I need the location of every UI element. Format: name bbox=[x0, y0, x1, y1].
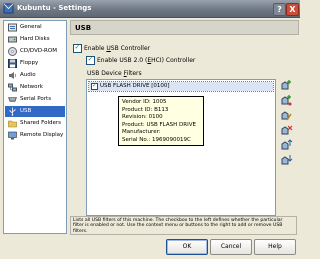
page-heading: USB bbox=[70, 20, 299, 35]
sidebar-item-label: Floppy bbox=[20, 60, 39, 66]
general-icon bbox=[8, 23, 17, 32]
settings-category-list[interactable]: General Hard Disks CD/DVD-ROM Floppy Aud… bbox=[3, 20, 67, 234]
remove-filter-button[interactable] bbox=[279, 124, 293, 137]
sidebar-item-shared-folders[interactable]: Shared Folders bbox=[5, 118, 65, 129]
cancel-button[interactable]: Cancel bbox=[210, 239, 252, 255]
tooltip-serial: Serial No.: 1969090019C bbox=[122, 136, 191, 143]
label-text: USB Device bbox=[87, 70, 124, 77]
label-text: HCI) Controller bbox=[151, 57, 196, 64]
enable-usb2-checkbox[interactable] bbox=[86, 55, 95, 65]
remove-filter-icon bbox=[281, 125, 293, 135]
hard-disk-icon bbox=[8, 36, 17, 43]
enable-usb-checkbox[interactable] bbox=[73, 43, 82, 53]
move-filter-up-button[interactable] bbox=[279, 139, 293, 152]
add-from-device-icon bbox=[281, 95, 292, 106]
sidebar-item-label: CD/DVD-ROM bbox=[20, 48, 57, 54]
tooltip-product: Product: USB FLASH DRIVE bbox=[122, 121, 196, 128]
label-text: Enable USB 2.0 ( bbox=[97, 57, 148, 64]
network-icon bbox=[8, 83, 17, 92]
page-title: USB bbox=[75, 24, 92, 32]
filter-name: USB FLASH DRIVE [0100] bbox=[100, 83, 170, 89]
sidebar-item-audio[interactable]: Audio bbox=[5, 70, 65, 81]
sidebar-item-label: Hard Disks bbox=[20, 36, 50, 42]
move-down-icon bbox=[281, 155, 293, 165]
tooltip-vendor-id: Vendor ID: 1005 bbox=[122, 99, 167, 105]
title-bar[interactable]: Kubuntu - Settings ? X bbox=[0, 0, 300, 18]
sidebar-item-remote-display[interactable]: Remote Display bbox=[5, 130, 65, 141]
cd-icon bbox=[8, 47, 17, 56]
tooltip-revision: Revision: 0100 bbox=[122, 114, 163, 120]
sidebar-item-general[interactable]: General bbox=[5, 22, 65, 33]
serial-port-icon bbox=[8, 97, 17, 102]
sidebar-item-cd-dvd-rom[interactable]: CD/DVD-ROM bbox=[5, 46, 65, 57]
filter-item[interactable]: USB FLASH DRIVE [0100] bbox=[88, 81, 274, 92]
filter-enabled-checkbox[interactable] bbox=[91, 82, 98, 90]
sidebar-item-hard-disks[interactable]: Hard Disks bbox=[5, 34, 65, 45]
folder-icon bbox=[8, 120, 17, 128]
enable-usb-label[interactable]: Enable USB Controller bbox=[84, 45, 150, 52]
virtualbox-app-icon bbox=[3, 3, 14, 14]
settings-window: Kubuntu - Settings ? X General Hard Disk… bbox=[0, 0, 300, 259]
edit-filter-button[interactable] bbox=[279, 109, 293, 122]
tooltip-manufacturer: Manufacturer: bbox=[122, 129, 161, 135]
description-box: Lists all USB filters of this machine. T… bbox=[70, 216, 297, 235]
floppy-icon bbox=[8, 59, 17, 68]
usb-icon bbox=[9, 107, 16, 116]
sidebar-item-label: General bbox=[20, 24, 42, 30]
label-text: ilters bbox=[126, 70, 142, 77]
ok-button[interactable]: OK bbox=[166, 239, 208, 255]
add-filter-button[interactable] bbox=[279, 79, 293, 92]
device-tooltip: Vendor ID: 1005 Product ID: B113 Revisio… bbox=[118, 96, 204, 146]
sidebar-item-usb[interactable]: USB bbox=[5, 106, 65, 117]
usb-device-filters-label: USB Device Filters bbox=[87, 70, 142, 77]
window-title: Kubuntu - Settings bbox=[17, 4, 92, 12]
sidebar-item-label: Shared Folders bbox=[20, 120, 61, 126]
tooltip-product-id: Product ID: B113 bbox=[122, 106, 169, 113]
move-filter-down-button[interactable] bbox=[279, 154, 293, 167]
sidebar-item-label: USB bbox=[20, 108, 32, 114]
help-button[interactable]: Help bbox=[254, 239, 296, 255]
sidebar-item-label: Remote Display bbox=[20, 132, 64, 138]
label-text: Enable bbox=[84, 45, 107, 52]
speaker-icon bbox=[9, 72, 17, 79]
close-button[interactable]: X bbox=[286, 3, 299, 16]
enable-usb2-label[interactable]: Enable USB 2.0 (EHCI) Controller bbox=[97, 57, 195, 64]
sidebar-item-floppy[interactable]: Floppy bbox=[5, 58, 65, 69]
sidebar-item-label: Network bbox=[20, 84, 43, 90]
description-text: Lists all USB filters of this machine. T… bbox=[73, 218, 283, 234]
add-filter-icon bbox=[281, 80, 291, 90]
monitor-icon bbox=[8, 131, 17, 140]
sidebar-item-label: Audio bbox=[20, 72, 36, 78]
edit-filter-icon bbox=[281, 111, 292, 121]
move-up-icon bbox=[281, 139, 293, 150]
sidebar-item-serial-ports[interactable]: Serial Ports bbox=[5, 94, 65, 105]
help-title-button[interactable]: ? bbox=[273, 3, 286, 16]
label-text: SB Controller bbox=[110, 45, 151, 52]
sidebar-item-network[interactable]: Network bbox=[5, 82, 65, 93]
sidebar-item-label: Serial Ports bbox=[20, 96, 52, 102]
add-from-device-button[interactable] bbox=[279, 94, 293, 107]
